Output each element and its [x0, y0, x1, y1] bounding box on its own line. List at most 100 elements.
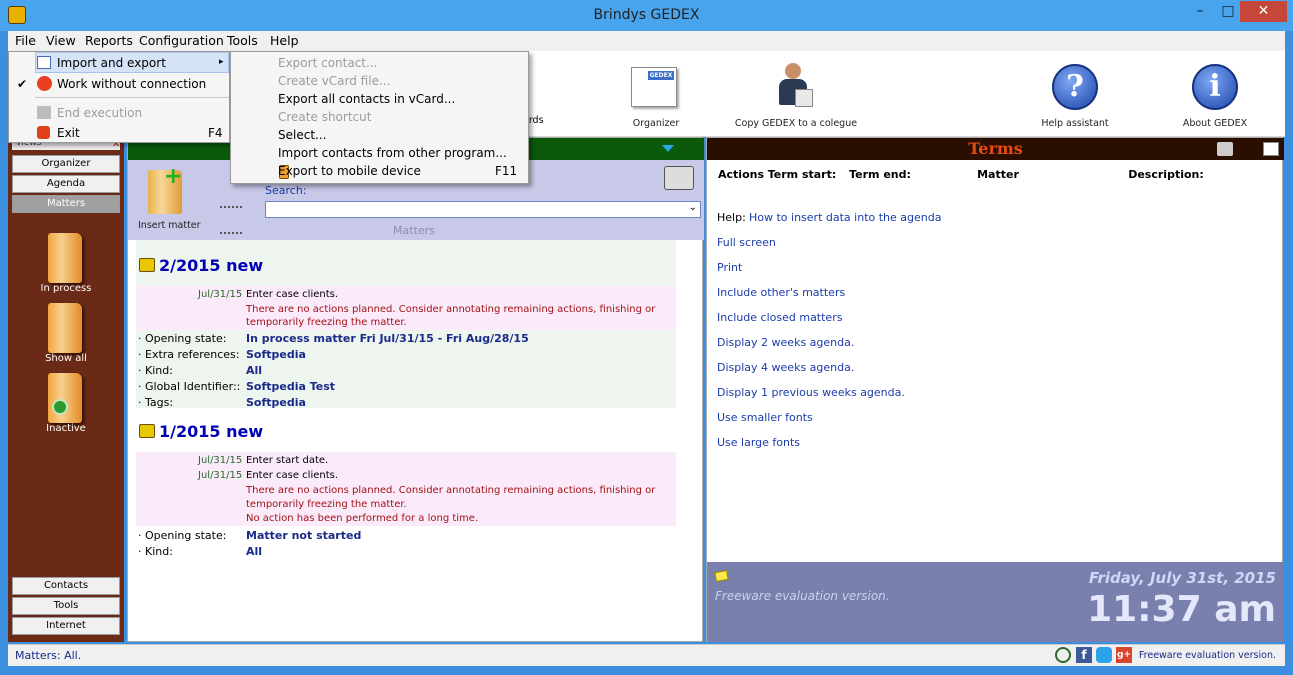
menu-work-offline[interactable]: Work without connection	[57, 77, 206, 91]
menu-end-execution[interactable]: End execution	[57, 106, 142, 120]
field-value: All	[246, 545, 263, 558]
menu-tools[interactable]: Tools	[227, 33, 258, 48]
link-4-weeks[interactable]: Display 4 weeks agenda.	[717, 361, 854, 374]
list-view-icon[interactable]	[220, 206, 242, 234]
link-2-weeks[interactable]: Display 2 weeks agenda.	[717, 336, 854, 349]
menu-exit[interactable]: Exit	[57, 126, 80, 140]
clock-panel: Freeware evaluation version. Friday, Jul…	[707, 562, 1284, 642]
organizer-icon: GEDEX	[631, 67, 677, 107]
link-print[interactable]: Print	[717, 261, 742, 274]
views-panel: views ✕ Organizer Agenda Matters In proc…	[8, 137, 124, 642]
submenu-import-contacts[interactable]: Import contacts from other program...	[231, 144, 528, 163]
note-warning: temporarily freezing the matter.	[246, 499, 407, 510]
close-button[interactable]: ✕	[1240, 1, 1287, 22]
folder-show-all-label[interactable]: Show all	[8, 353, 124, 364]
help-prefix: Help:	[717, 211, 746, 224]
matter-2-title[interactable]: 1/2015 new	[159, 422, 263, 441]
folder-inactive-label[interactable]: Inactive	[8, 423, 124, 434]
exit-shortcut: F4	[208, 126, 223, 140]
organizer-logo: GEDEX	[648, 71, 674, 80]
folder-inactive-icon[interactable]	[48, 373, 82, 423]
search-input[interactable]: ⌄	[265, 201, 701, 218]
insert-matter-label[interactable]: Insert matter	[138, 220, 201, 231]
link-insert-data[interactable]: How to insert data into the agenda	[749, 211, 941, 224]
submenu-select[interactable]: Select...	[231, 126, 528, 145]
refresh-icon	[52, 399, 68, 415]
exit-icon	[37, 126, 50, 139]
col-term-start[interactable]: Term start:	[765, 168, 839, 184]
folder-show-all-icon[interactable]	[48, 303, 82, 353]
user-copy-icon	[777, 63, 813, 109]
freeware-notice: Freeware evaluation version.	[715, 589, 890, 603]
menu-divider	[35, 97, 229, 98]
link-include-closed[interactable]: Include closed matters	[717, 311, 842, 324]
facebook-icon[interactable]: f	[1076, 647, 1092, 663]
field-label: · Tags:	[138, 396, 174, 409]
organizer-button[interactable]: GEDEX Organizer	[601, 59, 711, 131]
import-export-submenu: Export contact... Create vCard file... E…	[230, 51, 529, 184]
printer-icon[interactable]	[664, 166, 694, 190]
field-value: Softpedia	[246, 396, 306, 409]
note-warning: temporarily freezing the matter.	[246, 317, 407, 328]
field-label: · Opening state:	[138, 529, 227, 542]
tab-internet[interactable]: Internet	[12, 617, 120, 635]
twitter-icon[interactable]	[1096, 647, 1112, 663]
checkmark-icon: ✔	[17, 77, 28, 91]
menu-file[interactable]: File	[15, 33, 36, 48]
menu-view[interactable]: View	[46, 33, 76, 48]
tab-contacts[interactable]: Contacts	[12, 577, 120, 595]
submenu-export-all-vcard[interactable]: Export all contacts in vCard...	[231, 90, 528, 109]
submenu-create-vcard[interactable]: Create vCard file...	[231, 72, 528, 91]
status-bar: Matters: All. f g+ Freeware evaluation v…	[8, 644, 1285, 666]
col-actions[interactable]: Actions	[717, 168, 765, 184]
expand-icon[interactable]	[1263, 142, 1279, 156]
print-icon[interactable]	[1217, 142, 1233, 156]
copy-gedex-label: Copy GEDEX to a colegue	[734, 118, 858, 129]
tab-organizer[interactable]: Organizer	[12, 155, 120, 173]
col-matter[interactable]: Matter	[921, 168, 1075, 184]
note-date: Jul/31/15	[198, 289, 243, 300]
insert-matter-icon[interactable]: +	[148, 166, 182, 214]
submenu-create-shortcut[interactable]: Create shortcut	[231, 108, 528, 127]
note-icon[interactable]	[714, 569, 729, 583]
menu-import-export[interactable]: Import and export	[57, 56, 166, 70]
col-term-end[interactable]: Term end:	[841, 168, 919, 184]
collapse-icon[interactable]	[662, 145, 674, 152]
link-previous-weeks[interactable]: Display 1 previous weeks agenda.	[717, 386, 905, 399]
link-include-others[interactable]: Include other's matters	[717, 286, 845, 299]
google-plus-icon[interactable]: g+	[1116, 647, 1132, 663]
folder-in-process-label[interactable]: In process	[8, 283, 124, 294]
help-assistant-button[interactable]: ? Help assistant	[1020, 59, 1130, 131]
note-text: Enter start date.	[246, 455, 329, 466]
matter-1-title[interactable]: 2/2015 new	[159, 256, 263, 275]
menu-configuration[interactable]: Configuration	[139, 33, 224, 48]
field-label: · Opening state:	[138, 332, 227, 345]
tab-matters[interactable]: Matters	[12, 195, 120, 213]
tab-tools[interactable]: Tools	[12, 597, 120, 615]
link-full-screen[interactable]: Full screen	[717, 236, 776, 249]
matter-warning-icon	[139, 424, 155, 438]
tab-agenda[interactable]: Agenda	[12, 175, 120, 193]
copy-gedex-button[interactable]: Copy GEDEX to a colegue	[731, 59, 861, 131]
folder-in-process-icon[interactable]	[48, 233, 82, 283]
field-value: Softpedia	[246, 348, 306, 361]
menu-reports[interactable]: Reports	[85, 33, 133, 48]
chevron-down-icon[interactable]: ⌄	[689, 202, 697, 213]
menu-bar: File View Reports Configuration Tools He…	[8, 31, 1285, 51]
col-description[interactable]: Description:	[1077, 168, 1255, 184]
window-title: Brindys GEDEX	[593, 7, 700, 23]
link-smaller-fonts[interactable]: Use smaller fonts	[717, 411, 813, 424]
note-warning: There are no actions planned. Consider a…	[246, 304, 656, 315]
gear-icon[interactable]	[1055, 647, 1071, 663]
field-value: Matter not started	[246, 529, 362, 542]
submenu-export-contact[interactable]: Export contact...	[231, 54, 528, 73]
link-large-fonts[interactable]: Use large fonts	[717, 436, 800, 449]
about-label: About GEDEX	[1182, 118, 1248, 129]
menu-help[interactable]: Help	[270, 33, 299, 48]
about-button[interactable]: i About GEDEX	[1160, 59, 1270, 131]
no-connection-icon	[37, 76, 52, 91]
note-warning: There are no actions planned. Consider a…	[246, 485, 656, 496]
matters-panel: + Insert matter Search: ⌄ Matters 2/2015…	[127, 137, 704, 642]
submenu-export-mobile[interactable]: Export to mobile device	[231, 162, 528, 181]
matters-panel-label: Matters	[393, 224, 435, 237]
